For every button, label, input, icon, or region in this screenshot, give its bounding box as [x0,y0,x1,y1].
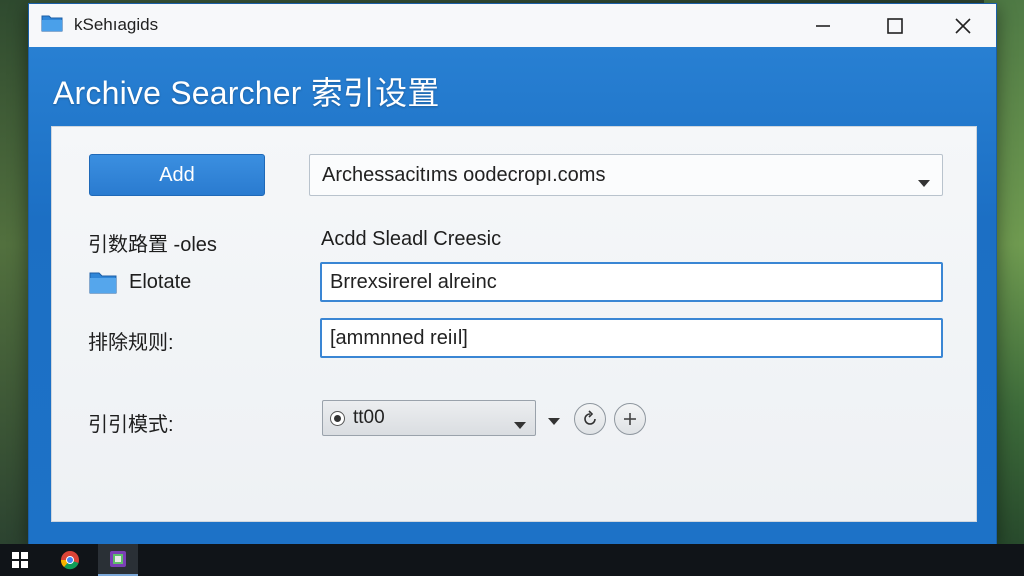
add-mode-button[interactable] [614,403,646,435]
dropdown-arrow-button[interactable] [548,413,560,431]
refresh-button[interactable] [574,403,606,435]
page-title: Archive Searcher 索引设置 [53,75,440,111]
folder-icon [89,270,117,294]
plus-icon [624,413,636,425]
chevron-down-icon [514,414,526,436]
close-icon [955,17,971,34]
app-folder-icon [41,13,63,33]
refresh-icon [584,410,596,425]
close-button[interactable] [929,4,996,47]
folder-path-value: Brrexsirerel alreinc [330,270,497,293]
maximize-button[interactable] [861,4,929,47]
section-label: Acdd Sleadl Creesic [321,228,502,250]
start-button[interactable] [0,544,40,576]
exclude-rules-input[interactable]: [ammnned reiıl] [320,318,943,358]
source-combobox[interactable]: Archessacitıms oodecropı.coms [309,154,943,196]
index-mode-label: 引引模式: [88,414,174,436]
taskbar [0,544,1024,576]
desktop-background-left [0,0,30,544]
app-window: kSehıagids Archive Searcher 索引设置 Add Arc… [28,3,997,545]
chevron-down-icon [918,171,930,194]
window-title: kSehıagids [74,15,159,34]
title-bar: kSehıagids [29,4,996,47]
app-icon [110,551,126,567]
folder-path-input[interactable]: Brrexsirerel alreinc [320,262,943,302]
chevron-down-icon [548,418,560,425]
taskbar-app[interactable] [98,544,138,576]
chrome-icon [60,551,79,570]
radio-selected-icon [330,411,345,426]
index-mode-select[interactable]: tt00 [322,400,536,436]
exclude-rules-label: 排除规则: [88,332,174,354]
folder-label: Elotate [129,271,192,293]
index-path-label: 引数路置 -oles [88,234,217,256]
exclude-rules-value: [ammnned reiıl] [330,326,468,349]
source-combobox-value: Archessacitıms oodecropı.coms [322,163,606,186]
maximize-icon [887,17,903,34]
minimize-button[interactable] [789,4,857,47]
taskbar-browser[interactable] [50,544,90,576]
index-mode-value: tt00 [353,407,385,428]
windows-start-icon [12,552,28,568]
minimize-icon [816,24,830,27]
settings-panel: Add Archessacitıms oodecropı.coms 引数路置 -… [51,126,977,522]
add-button[interactable]: Add [89,154,265,196]
